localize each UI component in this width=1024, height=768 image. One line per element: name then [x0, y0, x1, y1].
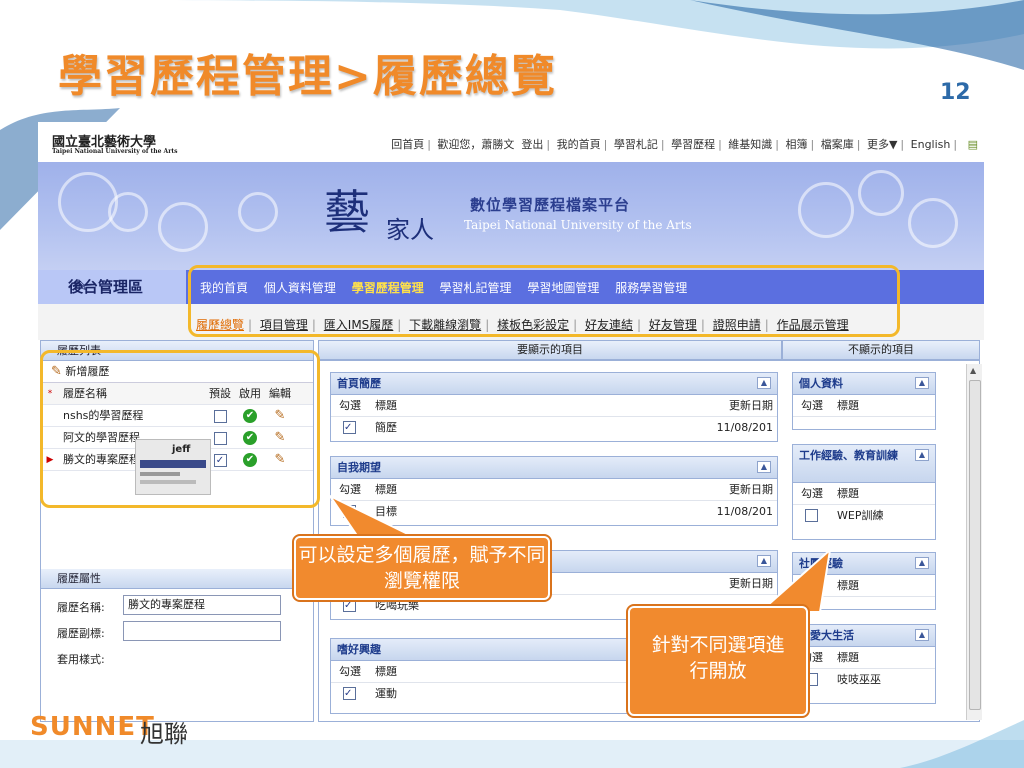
swirl-decoration [108, 192, 148, 232]
item-checkbox[interactable] [805, 509, 818, 522]
swirl-decoration [58, 172, 118, 232]
resume-props-title: 履歷屬性 [41, 569, 313, 589]
pencil-icon: ✎ [74, 276, 88, 295]
resume-subtitle-label: 履歷副標: [57, 627, 105, 640]
list-item: WEP訓練 [793, 505, 935, 527]
list-item: ✓ 簡歷 11/08/201 [343, 421, 773, 434]
swirl-decoration [238, 192, 278, 232]
collapse-icon[interactable]: ▲ [915, 557, 929, 569]
style-label: 套用樣式: [57, 653, 105, 666]
section-title: 個人資料 [799, 377, 843, 390]
list-item: 吱吱巫巫 [793, 669, 935, 691]
site-logo-mark-2: 家人 [386, 216, 434, 244]
hidden-items-header: 不顯示的項目 [782, 340, 980, 360]
shown-items-header: 要顯示的項目 [318, 340, 782, 360]
section-college-life[interactable]: 我愛大生活 ▲ 勾選 標題 吱吱巫巫 [792, 624, 936, 704]
platform-name: 數位學習歷程檔案平台 [470, 196, 631, 214]
item-checkbox[interactable]: ✓ [343, 421, 356, 434]
list-item: 目標 11/08/201 [331, 501, 777, 523]
link-home[interactable]: 回首頁 [391, 136, 424, 152]
sunnet-logo: SUNNET [30, 712, 155, 742]
link-logout[interactable]: 登出 [521, 136, 543, 152]
section-self-expectation[interactable]: 自我期望 ▲ 勾選 標題 更新日期 目標 11/08/201 [330, 456, 778, 526]
resume-subtitle-field[interactable] [123, 621, 281, 641]
scroll-thumb[interactable] [969, 380, 981, 710]
section-title: 工作經驗、教育訓練 [799, 449, 898, 462]
link-notes[interactable]: 學習札記 [614, 136, 658, 152]
site-logo-mark: 藝 [324, 185, 370, 239]
section-work-experience[interactable]: 工作經驗、教育訓練 ▲ 勾選 標題 WEP訓練 [792, 444, 936, 540]
swirl-decoration [158, 202, 208, 252]
swirl-decoration [858, 170, 904, 216]
link-portfolio[interactable]: 學習歷程 [671, 136, 715, 152]
collapse-icon[interactable]: ▲ [915, 629, 929, 641]
page-number: 12 [940, 80, 971, 105]
item-checkbox[interactable] [343, 505, 356, 518]
item-checkbox[interactable]: ✓ [343, 687, 356, 700]
section-title: 社團經驗 [799, 557, 843, 570]
book-icon[interactable]: ▤ [968, 138, 978, 151]
site-banner: 藝 家人 數位學習歷程檔案平台 Taipei National Universi… [38, 162, 984, 270]
callout-multiple-resumes: 可以設定多個履歷，賦予不同瀏覽權限 [294, 536, 550, 600]
section-title: 首頁簡歷 [337, 377, 381, 390]
link-more[interactable]: 更多▼ [867, 136, 897, 152]
university-logo-en: Taipei National University of the Arts [52, 148, 178, 155]
swirl-decoration [798, 182, 854, 238]
link-album[interactable]: 相簿 [786, 136, 808, 152]
section-club-experience[interactable]: 社團經驗 ▲ 勾選 標題 [792, 552, 936, 610]
section-title: 自我期望 [337, 461, 381, 474]
resume-list-highlight-box [40, 350, 320, 508]
sunnet-logo-zh: 旭聯 [140, 720, 188, 748]
welcome-text: 歡迎您，蕭勝文 [437, 138, 515, 151]
vertical-scrollbar[interactable]: ▲ [966, 364, 982, 720]
callout-open-options: 針對不同選項進行開放 [628, 606, 808, 716]
nav-highlight-box [188, 265, 900, 337]
collapse-icon[interactable]: ▲ [757, 555, 771, 567]
link-my-home[interactable]: 我的首頁 [557, 136, 601, 152]
resume-props: 履歷名稱: 勝文的專案歷程 履歷副標: 套用樣式: [41, 593, 313, 671]
resume-name-field[interactable]: 勝文的專案歷程 [123, 595, 281, 615]
section-personal-data[interactable]: 個人資料 ▲ 勾選 標題 [792, 372, 936, 430]
section-home-resume[interactable]: 首頁簡歷 ▲ 勾選 標題 更新日期 ✓ 簡歷 11/08/201 [330, 372, 778, 442]
item-checkbox[interactable]: ✓ [343, 599, 356, 612]
scroll-up-icon[interactable]: ▲ [970, 366, 976, 375]
collapse-icon[interactable]: ▲ [757, 461, 771, 473]
collapse-icon[interactable]: ▲ [915, 449, 929, 461]
platform-name-en: Taipei National University of the Arts [464, 218, 692, 232]
collapse-icon[interactable]: ▲ [757, 377, 771, 389]
section-title: 嗜好興趣 [337, 643, 381, 656]
link-wiki[interactable]: 維基知識 [728, 136, 772, 152]
top-bar: 國立臺北藝術大學 Taipei National University of t… [38, 122, 984, 162]
link-files[interactable]: 檔案庫 [821, 136, 854, 152]
top-links: 回首頁 | 歡迎您，蕭勝文 登出 | 我的首頁 | 學習札記 | 學習歷程 | 維基知識 |… [391, 136, 978, 152]
swirl-decoration [908, 198, 958, 248]
resume-name-label: 履歷名稱: [57, 601, 105, 614]
slide-title: 學習歷程管理>履歷總覽 [58, 51, 557, 102]
admin-area-tab[interactable]: 後台管理區 [38, 270, 186, 304]
link-english[interactable]: English [911, 138, 951, 151]
collapse-icon[interactable]: ▲ [915, 377, 929, 389]
